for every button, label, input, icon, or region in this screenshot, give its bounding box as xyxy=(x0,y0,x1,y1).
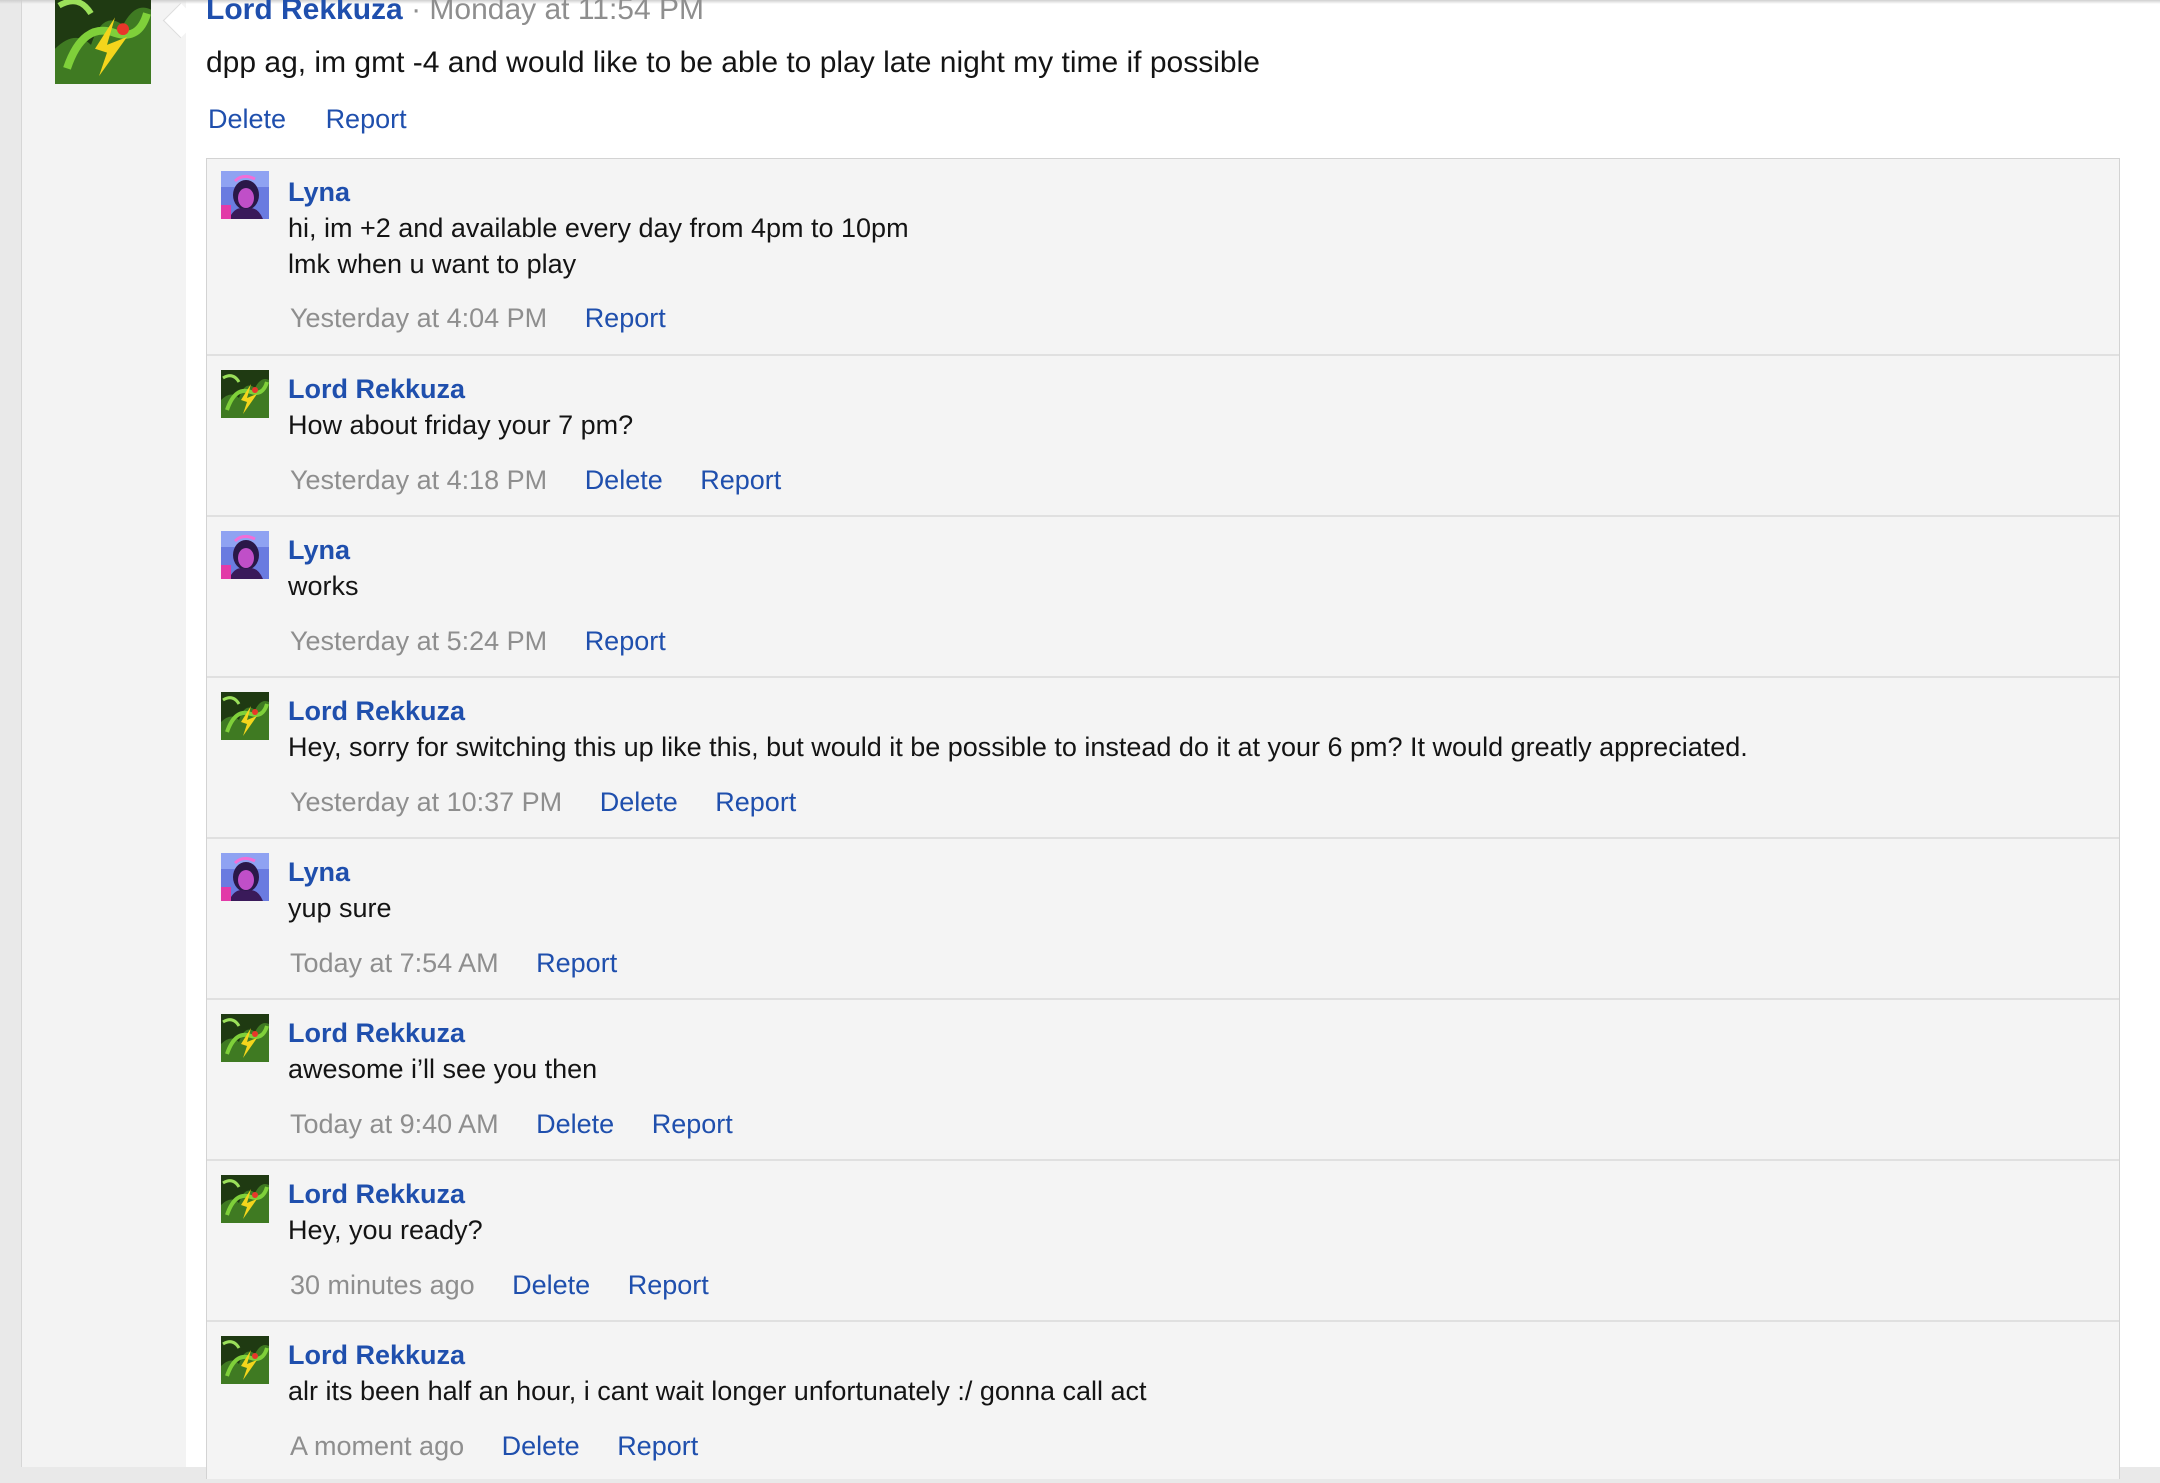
comment-item: Lord Rekkuza Hey, you ready? 30 minutes … xyxy=(207,1161,2119,1322)
comment-author-avatar[interactable] xyxy=(221,1336,269,1384)
post-author-name[interactable]: Lord Rekkuza xyxy=(206,0,403,26)
comment-author-name[interactable]: Lord Rekkuza xyxy=(288,1016,465,1050)
comment-author-avatar[interactable] xyxy=(221,1014,269,1062)
comment-body: works xyxy=(288,571,359,601)
comment-report-link[interactable]: Report xyxy=(628,1270,709,1300)
comment-meta: Today at 9:40 AM Delete Report xyxy=(290,1107,763,1141)
comment-author-avatar[interactable] xyxy=(221,1175,269,1223)
comment-item: Lord Rekkuza awesome i’ll see you then T… xyxy=(207,1000,2119,1161)
comment-item: Lord Rekkuza alr its been half an hour, … xyxy=(207,1322,2119,1483)
comment-author-name[interactable]: Lord Rekkuza xyxy=(288,1177,465,1211)
comment-report-link[interactable]: Report xyxy=(715,787,796,817)
comment-report-link[interactable]: Report xyxy=(536,948,617,978)
comment-item: Lyna yup sure Today at 7:54 AM Report xyxy=(207,839,2119,1000)
comment-report-link[interactable]: Report xyxy=(585,303,666,333)
comment-author-avatar[interactable] xyxy=(221,853,269,901)
comment-author-name[interactable]: Lord Rekkuza xyxy=(288,372,465,406)
post-author-avatar[interactable] xyxy=(55,0,151,84)
comment-timestamp[interactable]: Yesterday at 4:18 PM xyxy=(290,465,547,495)
comment-timestamp[interactable]: Yesterday at 5:24 PM xyxy=(290,626,547,656)
comment-timestamp[interactable]: Today at 7:54 AM xyxy=(290,948,499,978)
comment-report-link[interactable]: Report xyxy=(585,626,666,656)
comment-meta: Yesterday at 4:18 PM Delete Report xyxy=(290,463,811,497)
comment-report-link[interactable]: Report xyxy=(617,1431,698,1461)
comment-delete-link[interactable]: Delete xyxy=(600,787,678,817)
comment-list: Lyna hi, im +2 and available every day f… xyxy=(206,158,2120,1479)
comment-meta: 30 minutes ago Delete Report xyxy=(290,1268,739,1302)
comment-body: hi, im +2 and available every day from 4… xyxy=(288,213,909,279)
comment-body: Hey, sorry for switching this up like th… xyxy=(288,732,1748,762)
comment-meta: Today at 7:54 AM Report xyxy=(290,946,647,980)
comment-timestamp[interactable]: Yesterday at 10:37 PM xyxy=(290,787,562,817)
comment-delete-link[interactable]: Delete xyxy=(502,1431,580,1461)
comment-author-name[interactable]: Lyna xyxy=(288,855,350,889)
comment-meta: Yesterday at 10:37 PM Delete Report xyxy=(290,785,826,819)
comment-item: Lyna works Yesterday at 5:24 PM Report xyxy=(207,517,2119,678)
comment-author-name[interactable]: Lord Rekkuza xyxy=(288,1338,465,1372)
post-timestamp[interactable]: Monday at 11:54 PM xyxy=(429,0,704,26)
post-report-link[interactable]: Report xyxy=(326,104,407,134)
comment-delete-link[interactable]: Delete xyxy=(585,465,663,495)
comment-author-avatar[interactable] xyxy=(221,370,269,418)
comment-author-avatar[interactable] xyxy=(221,692,269,740)
comment-timestamp[interactable]: Today at 9:40 AM xyxy=(290,1109,499,1139)
comment-author-name[interactable]: Lyna xyxy=(288,175,350,209)
comment-body: alr its been half an hour, i cant wait l… xyxy=(288,1376,1147,1406)
comment-author-name[interactable]: Lord Rekkuza xyxy=(288,694,465,728)
comment-report-link[interactable]: Report xyxy=(700,465,781,495)
comment-body: awesome i’ll see you then xyxy=(288,1054,598,1084)
comment-delete-link[interactable]: Delete xyxy=(512,1270,590,1300)
comment-meta: Yesterday at 5:24 PM Report xyxy=(290,624,696,658)
comment-body: How about friday your 7 pm? xyxy=(288,410,634,440)
post-header: Lord Rekkuza · Monday at 11:54 PM xyxy=(206,0,2136,30)
comment-report-link[interactable]: Report xyxy=(652,1109,733,1139)
comment-timestamp[interactable]: A moment ago xyxy=(290,1431,464,1461)
post-delete-link[interactable]: Delete xyxy=(208,104,286,134)
post-actions: Delete Report xyxy=(206,101,2136,137)
comment-timestamp[interactable]: 30 minutes ago xyxy=(290,1270,475,1300)
comment-author-avatar[interactable] xyxy=(221,171,269,219)
comment-item: Lyna hi, im +2 and available every day f… xyxy=(207,159,2119,356)
profile-post: Lord Rekkuza · Monday at 11:54 PM dpp ag… xyxy=(206,0,2136,137)
post-body: dpp ag, im gmt -4 and would like to be a… xyxy=(206,46,1260,79)
comment-meta: A moment ago Delete Report xyxy=(290,1429,728,1463)
comment-delete-link[interactable]: Delete xyxy=(536,1109,614,1139)
header-separator: · xyxy=(411,0,422,26)
comment-meta: Yesterday at 4:04 PM Report xyxy=(290,301,696,335)
comment-item: Lord Rekkuza Hey, sorry for switching th… xyxy=(207,678,2119,839)
comment-body: yup sure xyxy=(288,893,392,923)
comment-body: Hey, you ready? xyxy=(288,1215,483,1245)
profile-rail xyxy=(22,0,186,1467)
comment-timestamp[interactable]: Yesterday at 4:04 PM xyxy=(290,303,547,333)
comment-item: Lord Rekkuza How about friday your 7 pm?… xyxy=(207,356,2119,517)
comment-author-name[interactable]: Lyna xyxy=(288,533,350,567)
comment-author-avatar[interactable] xyxy=(221,531,269,579)
